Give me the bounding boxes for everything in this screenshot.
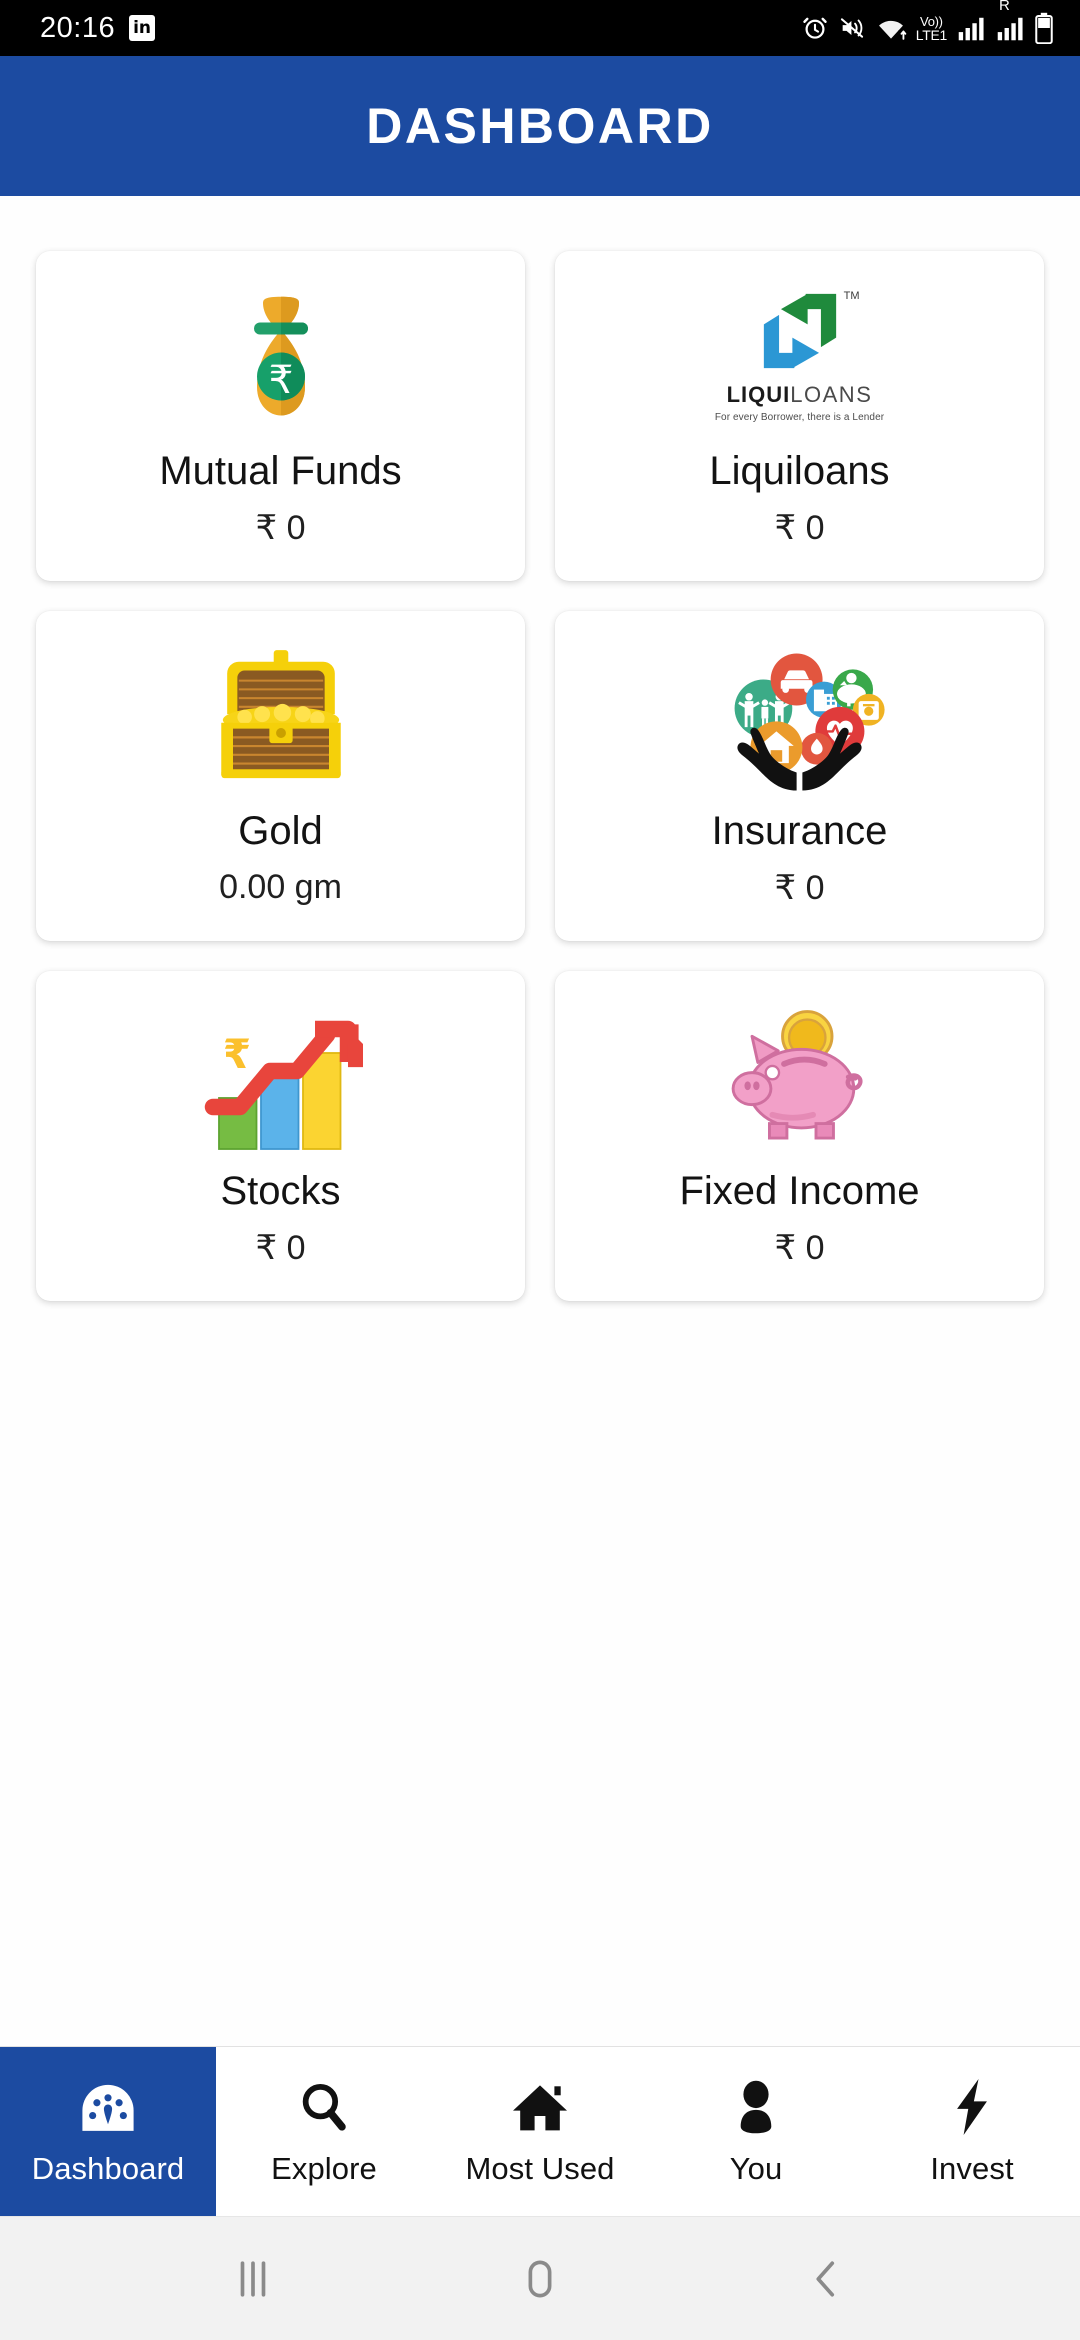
- linkedin-icon: in: [129, 15, 156, 41]
- page-title: DASHBOARD: [366, 98, 714, 154]
- card-value: ₹ 0: [774, 869, 825, 907]
- piggy-bank-icon: [720, 1001, 880, 1153]
- nav-item-explore[interactable]: Explore: [216, 2047, 432, 2216]
- roaming-letter: R: [999, 0, 1010, 14]
- svg-text:₹: ₹: [223, 1030, 251, 1078]
- card-mutual-funds[interactable]: ₹ Mutual Funds ₹ 0: [36, 251, 525, 581]
- dashboard-content: ₹ Mutual Funds ₹ 0 TM LIQUILOANS For eve…: [0, 196, 1080, 2046]
- trademark-symbol: TM: [843, 289, 860, 302]
- nav-label: Invest: [930, 2151, 1014, 2186]
- mute-vibrate-icon: [838, 14, 866, 42]
- status-bar-right: Vo)) LTE1 R: [801, 0, 1054, 44]
- card-insurance[interactable]: Insurance ₹ 0: [555, 611, 1044, 941]
- nav-item-dashboard[interactable]: Dashboard: [0, 2047, 216, 2216]
- card-value: ₹ 0: [774, 509, 825, 547]
- card-label: Insurance: [711, 809, 888, 853]
- volte-bottom-label: LTE1: [915, 26, 948, 43]
- card-label: Fixed Income: [679, 1169, 920, 1213]
- recents-icon[interactable]: [232, 2256, 274, 2302]
- wordmark-bold: LIQUI: [726, 381, 791, 407]
- treasure-chest-icon: [201, 641, 361, 793]
- battery-icon: [1034, 12, 1054, 44]
- home-icon: [511, 2076, 569, 2138]
- speedometer-icon: [79, 2076, 137, 2138]
- alarm-icon: [801, 14, 829, 42]
- growth-chart-icon: ₹: [198, 1001, 363, 1153]
- nav-item-you[interactable]: You: [648, 2047, 864, 2216]
- money-bag-icon: ₹: [206, 281, 356, 433]
- nav-label: Explore: [271, 2151, 377, 2186]
- card-gold[interactable]: Gold 0.00 gm: [36, 611, 525, 941]
- svg-text:₹: ₹: [268, 358, 293, 403]
- search-icon: [297, 2076, 351, 2138]
- clock: 20:16: [40, 11, 116, 44]
- card-label: Liquiloans: [709, 449, 890, 493]
- wordmark-light: LOANS: [790, 381, 873, 407]
- liquiloans-mark-icon: TM: [752, 290, 860, 375]
- nav-label: You: [729, 2151, 783, 2186]
- card-label: Stocks: [220, 1169, 341, 1213]
- nav-label: Dashboard: [31, 2151, 185, 2186]
- card-liquiloans[interactable]: TM LIQUILOANS For every Borrower, there …: [555, 251, 1044, 581]
- nav-label: Most Used: [465, 2151, 615, 2186]
- bottom-navigation: Dashboard Explore Most Used You Invest: [0, 2046, 1080, 2216]
- volte-top-label: Vo)): [920, 13, 943, 29]
- back-chevron-icon[interactable]: [806, 2256, 848, 2302]
- card-stocks[interactable]: ₹ Stocks ₹ 0: [36, 971, 525, 1301]
- wifi-icon: [875, 13, 907, 43]
- nav-item-invest[interactable]: Invest: [864, 2047, 1080, 2216]
- card-label: Gold: [238, 809, 323, 853]
- liquiloans-logo: TM LIQUILOANS For every Borrower, there …: [715, 281, 884, 433]
- card-value: ₹ 0: [774, 1229, 825, 1267]
- android-system-nav: [0, 2216, 1080, 2340]
- phone-screen: 20:16 in Vo)) LTE1 R DASHBOARD ₹ Mutual …: [0, 0, 1080, 2340]
- card-label: Mutual Funds: [159, 449, 402, 493]
- liquiloans-tagline: For every Borrower, there is a Lender: [714, 411, 885, 423]
- volte-icon: Vo)) LTE1: [915, 13, 948, 43]
- signal-icon: [956, 13, 986, 43]
- person-icon: [732, 2076, 780, 2138]
- nav-item-most-used[interactable]: Most Used: [432, 2047, 648, 2216]
- insurance-hands-icon: [712, 641, 887, 793]
- home-pill-icon[interactable]: [519, 2256, 561, 2302]
- status-bar: 20:16 in Vo)) LTE1 R: [0, 0, 1080, 56]
- card-value: ₹ 0: [255, 509, 306, 547]
- product-card-grid: ₹ Mutual Funds ₹ 0 TM LIQUILOANS For eve…: [36, 251, 1044, 1301]
- liquiloans-wordmark: LIQUILOANS: [727, 382, 873, 408]
- app-header: DASHBOARD: [0, 56, 1080, 196]
- card-value: 0.00 gm: [219, 868, 342, 906]
- card-fixed-income[interactable]: Fixed Income ₹ 0: [555, 971, 1044, 1301]
- card-value: ₹ 0: [255, 1229, 306, 1267]
- status-bar-left: 20:16 in: [40, 11, 156, 45]
- roaming-icon: R: [995, 0, 1025, 43]
- lightning-bolt-icon: [951, 2076, 993, 2138]
